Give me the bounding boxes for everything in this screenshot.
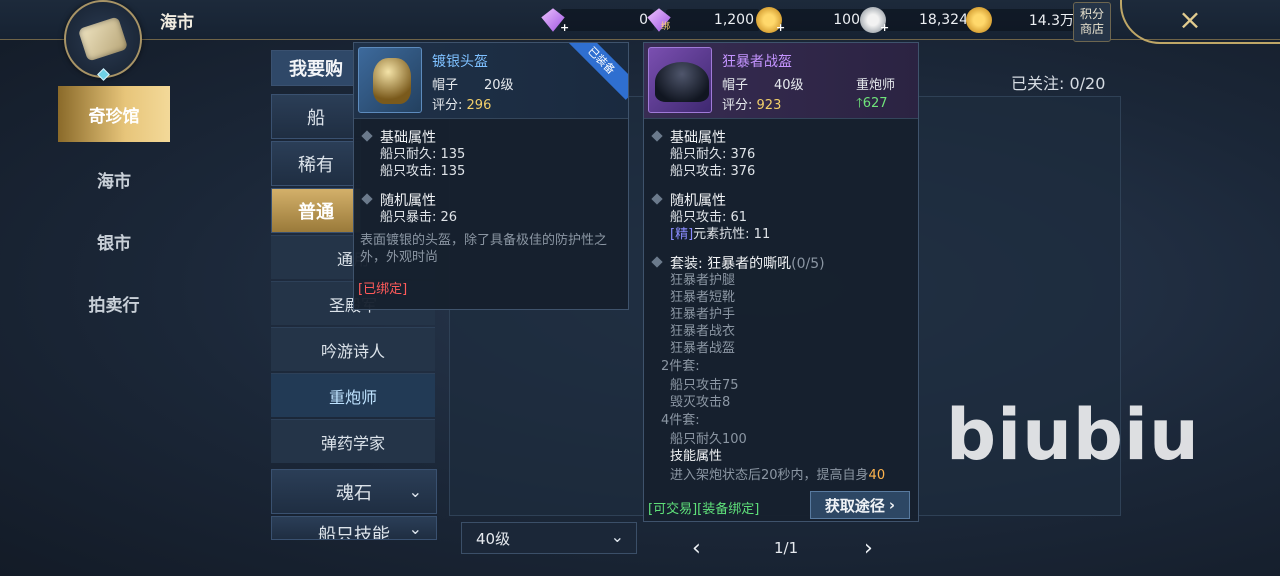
score-delta: 🡑627	[856, 96, 888, 111]
obtain-source-button[interactable]: 获取途径 ›	[810, 491, 910, 519]
set-bonus: 船只攻击75	[670, 378, 739, 393]
tab-buy[interactable]: 我要购	[271, 50, 361, 86]
set4-title: 4件套:	[661, 413, 700, 428]
bound-status: [已绑定]	[358, 282, 408, 297]
tooltip-body: 基础属性 船只耐久: 376 船只攻击: 376 随机属性 船只攻击: 61 […	[644, 119, 918, 484]
random-attributes-title: 随机属性	[644, 190, 918, 209]
set-piece: 狂暴者战衣	[670, 324, 736, 339]
category-label: 魂石	[336, 482, 372, 504]
up-arrow-icon: 🡑	[856, 96, 863, 111]
equipped-item-tooltip: 镀银头盔 帽子 20级 评分: 296 已装备 基础属性 船只耐久: 135 船…	[353, 42, 629, 310]
watermark: biubiu	[946, 394, 1200, 476]
category-normal[interactable]: 普通	[271, 188, 361, 233]
set-title: 套装: 狂暴者的嘶吼(0/5)	[644, 253, 918, 272]
currency-value: 14.3万	[986, 9, 1080, 31]
subcategory-cannoneer[interactable]: 重炮师	[271, 373, 435, 417]
button-label: 获取途径	[824, 496, 885, 515]
prev-page-button[interactable]: ‹	[692, 536, 701, 561]
nav-item-auction[interactable]: 拍卖行	[58, 272, 170, 334]
nav-item-sea-market[interactable]: 海市	[58, 148, 170, 210]
nav-item-treasure-hall[interactable]: 奇珍馆	[58, 86, 170, 142]
plus-icon: +	[560, 21, 570, 34]
category-soulstone[interactable]: 魂石 ⌄	[271, 469, 437, 514]
item-icon-frame	[648, 47, 712, 113]
skill-text: 进入架炮状态后20秒内，提高自身40	[670, 468, 886, 483]
item-icon-frame	[358, 47, 422, 113]
left-nav: 奇珍馆 海市 银市 拍卖行	[58, 86, 170, 334]
subcategory-bard[interactable]: 吟游诗人	[271, 327, 435, 371]
stat-line: 船只攻击: 61	[670, 210, 748, 225]
item-level: 40级	[774, 78, 804, 93]
berserker-helmet-icon	[655, 62, 709, 102]
category-ship[interactable]: 船	[271, 94, 361, 139]
set-piece: 狂暴者护腿	[670, 273, 736, 288]
currency-silver[interactable]: + 18,324	[860, 7, 974, 34]
plus-icon: +	[880, 21, 890, 34]
points-shop-button[interactable]: 积分 商店	[1073, 2, 1111, 42]
compare-item-tooltip: 狂暴者战盔 帽子 40级 重炮师 评分: 923 🡑627 基础属性 船只耐久:…	[643, 42, 919, 522]
tooltip-header: 狂暴者战盔 帽子 40级 重炮师 评分: 923 🡑627	[644, 43, 918, 119]
currency-diamond[interactable]: + 0	[540, 7, 654, 34]
category-rare[interactable]: 稀有	[271, 141, 361, 186]
set2-title: 2件套:	[661, 359, 700, 374]
chevron-down-icon: ⌄	[408, 519, 422, 538]
set-piece: 狂暴者护手	[670, 307, 736, 322]
trade-status: [可交易][装备绑定]	[648, 502, 760, 517]
gold-coin-stack-icon	[966, 7, 992, 33]
subcategory-ammo-expert[interactable]: 弹药学家	[271, 419, 435, 463]
chevron-right-icon: ›	[888, 496, 896, 514]
item-level: 20级	[484, 78, 514, 93]
page-title: 海市	[160, 13, 194, 33]
follow-count: 已关注: 0/20	[1011, 74, 1106, 93]
tooltip-header: 镀银头盔 帽子 20级 评分: 296 已装备	[354, 43, 628, 119]
close-icon[interactable]: ×	[1174, 4, 1206, 36]
currency-gold-coin[interactable]: + 100	[756, 7, 866, 34]
equipped-ribbon: 已装备	[562, 43, 628, 100]
level-filter-select[interactable]: 40级 ⌄	[461, 522, 637, 554]
stat-line: [精]元素抗性: 11	[670, 227, 771, 242]
silver-helmet-icon	[373, 58, 411, 104]
category-label: 船只技能	[318, 525, 390, 540]
market-emblem	[64, 0, 142, 78]
page-indicator: 1/1	[774, 539, 799, 557]
item-slot: 帽子	[722, 78, 749, 93]
level-filter-value: 40级	[476, 529, 511, 548]
item-name: 镀银头盔	[432, 54, 488, 70]
plus-icon: +	[776, 21, 786, 34]
base-attributes-title: 基础属性	[354, 127, 628, 146]
stat-line: 船只攻击: 376	[670, 164, 756, 179]
stat-line: 船只暴击: 26	[380, 210, 458, 225]
chevron-down-icon: ⌄	[610, 527, 624, 546]
category-ship-skill[interactable]: 船只技能 ⌄	[271, 516, 437, 540]
currency-coin-stack[interactable]: 14.3万	[966, 7, 1080, 33]
currency-bound-diamond[interactable]: 绑 1,200	[646, 7, 760, 33]
currency-value: 1,200	[666, 9, 760, 31]
stat-line: 船只攻击: 135	[380, 164, 466, 179]
stat-line: 船只耐久: 376	[670, 147, 756, 162]
skill-attributes-title: 技能属性	[670, 449, 723, 464]
next-page-button[interactable]: ›	[864, 536, 873, 561]
item-name: 狂暴者战盔	[722, 54, 792, 70]
set-bonus: 船只耐久100	[670, 432, 747, 447]
tooltip-body: 基础属性 船只耐久: 135 船只攻击: 135 随机属性 船只暴击: 26 表…	[354, 119, 628, 297]
bound-tag: 绑	[661, 22, 671, 32]
scroll-icon	[77, 16, 129, 62]
base-attributes-title: 基础属性	[644, 127, 918, 146]
set-bonus: 毁灭攻击8	[670, 395, 731, 410]
item-score: 评分: 296	[432, 98, 492, 113]
stat-line: 船只耐久: 135	[380, 147, 466, 162]
item-description: 表面镀银的头盔，除了具备极佳的防护性之外，外观时尚	[360, 233, 608, 265]
random-attributes-title: 随机属性	[354, 190, 628, 209]
nav-item-silver-market[interactable]: 银市	[58, 210, 170, 272]
item-class: 重炮师	[856, 78, 896, 93]
set-piece: 狂暴者战盔	[670, 341, 736, 356]
item-slot: 帽子	[432, 78, 459, 93]
item-score: 评分: 923	[722, 98, 782, 113]
set-piece: 狂暴者短靴	[670, 290, 736, 305]
chevron-down-icon: ⌄	[408, 482, 422, 501]
